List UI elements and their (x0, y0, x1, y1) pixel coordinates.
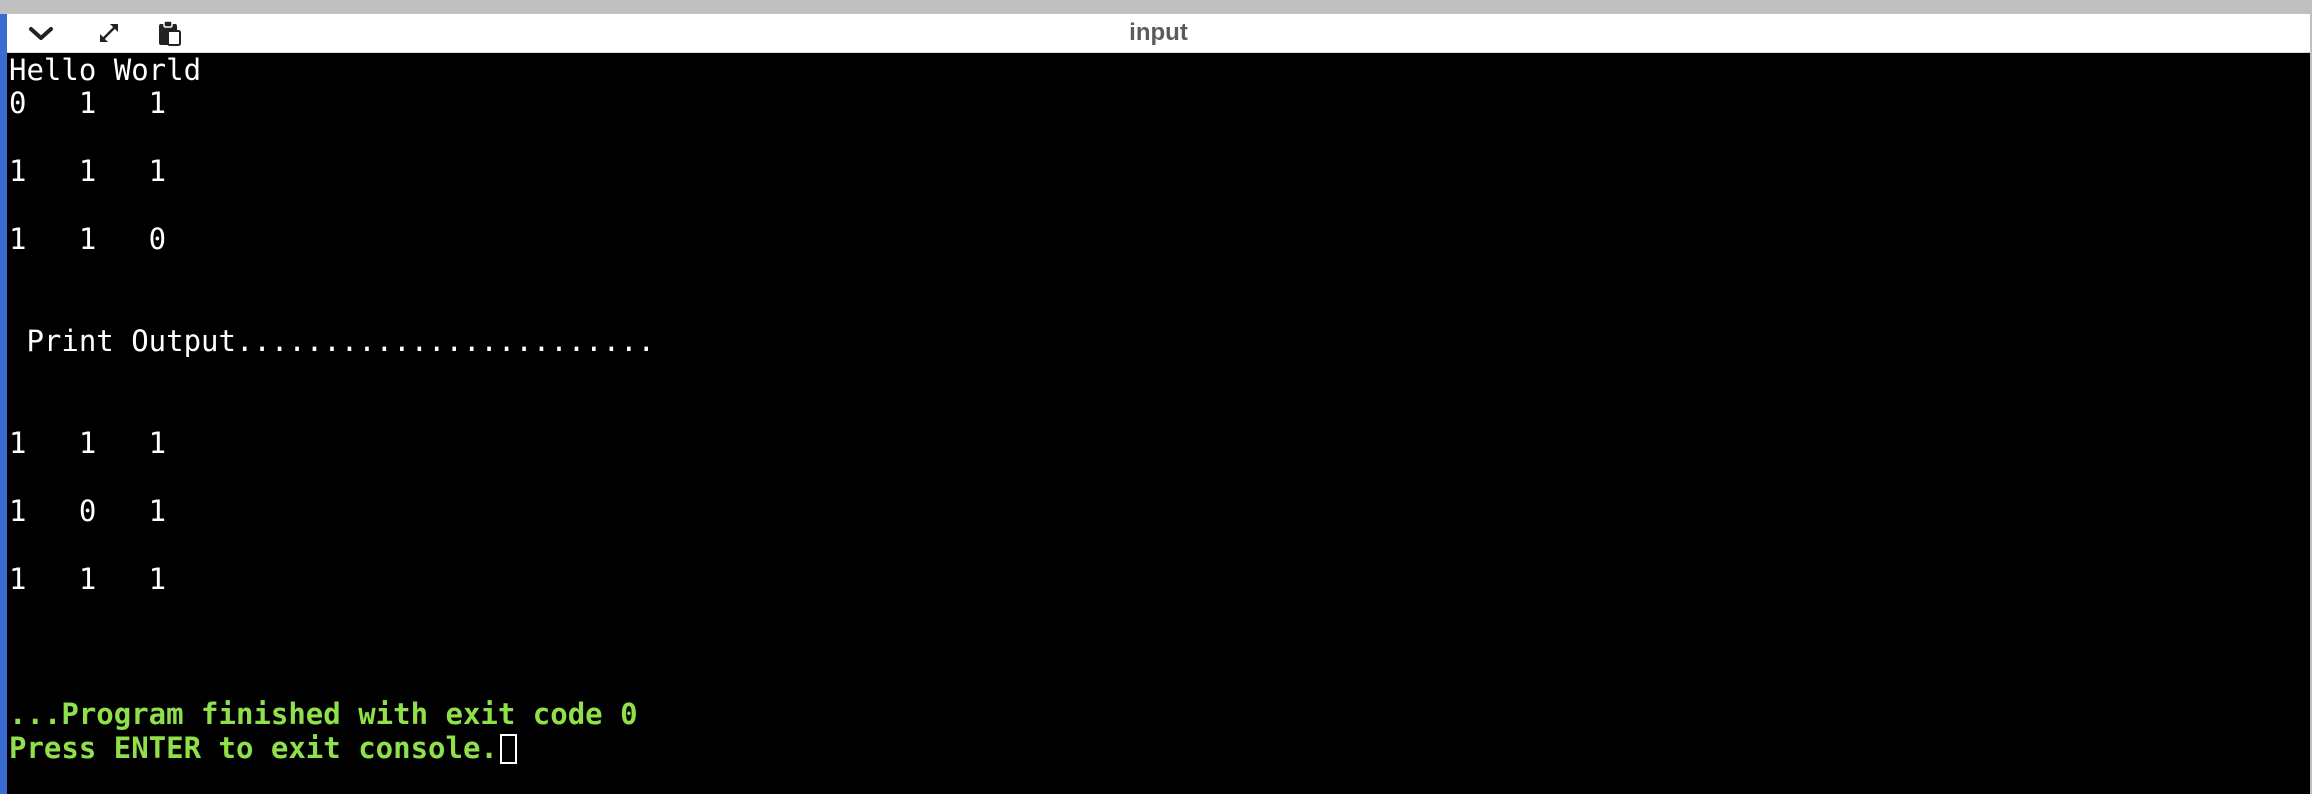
window-left-edge (0, 14, 7, 794)
text-cursor (499, 734, 517, 764)
exit-prompt-text: Press ENTER to exit console. (9, 731, 498, 765)
console-window: input Hello World 0 1 1 1 1 1 1 1 0 Prin… (0, 0, 2312, 794)
window-title: input (1129, 19, 1188, 46)
console-line: 1 1 0 (9, 222, 167, 256)
console-output[interactable]: Hello World 0 1 1 1 1 1 1 1 0 Print Outp… (7, 53, 2310, 794)
console-line: Print Output........................ (9, 324, 656, 358)
console-line: 1 1 1 (9, 154, 167, 188)
exit-prompt-line: Press ENTER to exit console. (9, 731, 517, 765)
console-line: Hello World (9, 53, 202, 87)
console-titlebar: input (7, 14, 2310, 53)
console-line: 1 1 1 (9, 562, 167, 596)
window-top-border (0, 0, 2312, 14)
console-line: 1 0 1 (9, 494, 167, 528)
exit-status-line: ...Program finished with exit code 0 (9, 697, 638, 731)
console-line: 0 1 1 (9, 86, 167, 120)
console-line: 1 1 1 (9, 426, 167, 460)
